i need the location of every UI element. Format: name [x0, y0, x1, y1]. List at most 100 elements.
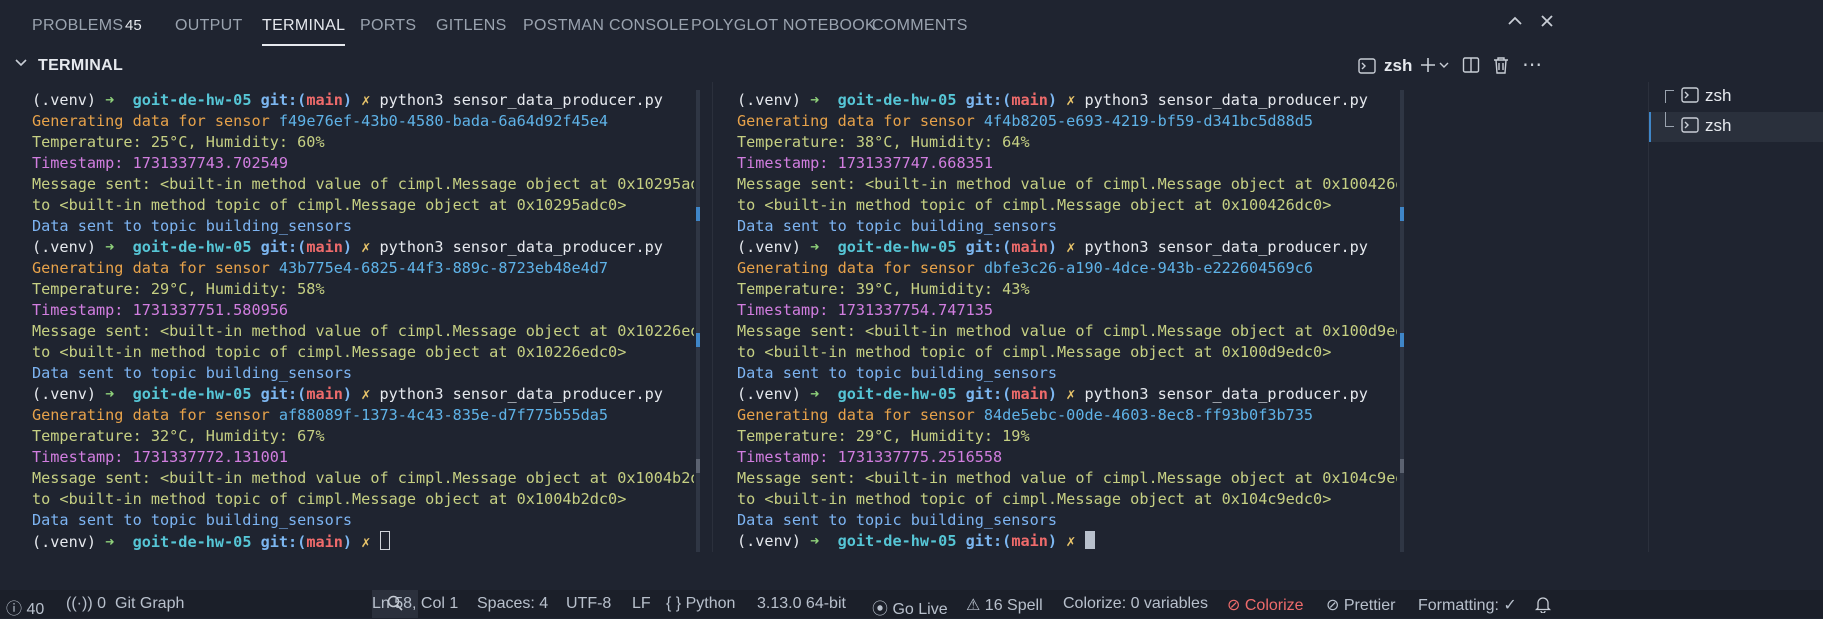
left-pane-scrollbar[interactable]: [696, 90, 700, 552]
broadcast-icon: ((·)): [66, 595, 93, 612]
prompt-command: python3 sensor_data_producer.py: [379, 91, 663, 109]
prettier-label: Prettier: [1343, 597, 1396, 614]
prompt-git: git:(: [260, 238, 307, 256]
output-line: Data sent to topic building_sensors: [737, 510, 1397, 531]
tab-postman-console[interactable]: POSTMAN CONSOLE: [523, 17, 689, 35]
prompt-command: python3 sensor_data_producer.py: [1084, 238, 1368, 256]
interpreter-status[interactable]: 3.13.0 64-bit: [757, 595, 846, 613]
sensor-id: 43b775e4-6825-44f3-889c-8723eb48e4d7: [278, 259, 609, 277]
output-line: Message sent: <built-in method value of …: [32, 174, 694, 195]
trash-icon[interactable]: [1492, 55, 1510, 80]
terminal-pane-right[interactable]: (.venv) ➜ goit-de-hw-05 git:(main) ✗ pyt…: [737, 90, 1397, 552]
terminal-list-label: zsh: [1705, 86, 1732, 105]
errors-status[interactable]: ⓘ 40: [6, 595, 44, 619]
prompt-branch: main: [1011, 385, 1048, 403]
output-line: Timestamp: 1731337772.131001: [32, 447, 694, 468]
line-col[interactable]: Ln 58, Col 1: [372, 595, 458, 613]
chevron-up-icon[interactable]: [1506, 12, 1524, 35]
tab-terminal[interactable]: TERMINAL: [262, 17, 346, 46]
launch-profile-chevron-icon[interactable]: [1438, 58, 1450, 76]
encoding-status[interactable]: UTF-8: [566, 595, 611, 613]
terminal-icon: [1681, 86, 1699, 109]
output-line: Temperature: 39°C, Humidity: 43%: [737, 279, 1397, 300]
plus-icon[interactable]: [1418, 55, 1438, 80]
tab-comments[interactable]: COMMENTS: [872, 17, 968, 35]
split-icon[interactable]: [1462, 56, 1480, 79]
message-line: Message sent: <built-in method value of …: [32, 322, 694, 340]
prompt-line: (.venv) ➜ goit-de-hw-05 git:(main) ✗ pyt…: [32, 90, 694, 111]
bell-icon[interactable]: [1534, 595, 1552, 618]
prompt-git: ): [342, 238, 362, 256]
prompt-line: (.venv) ➜ goit-de-hw-05 git:(main) ✗ pyt…: [737, 90, 1397, 111]
prompt-dir: goit-de-hw-05: [837, 91, 966, 109]
spell-status[interactable]: ⚠ 16 Spell: [966, 595, 1043, 615]
message-line: to <built-in method topic of cimpl.Messa…: [32, 490, 627, 508]
colorize-vars-status[interactable]: Colorize: 0 variables: [1063, 595, 1208, 613]
active-shell-label[interactable]: zsh: [1384, 56, 1412, 76]
output-line: to <built-in method topic of cimpl.Messa…: [737, 342, 1397, 363]
ports-status[interactable]: ((·)) 0: [66, 595, 106, 613]
prompt-line: (.venv) ➜ goit-de-hw-05 git:(main) ✗ pyt…: [737, 384, 1397, 405]
prompt-dirty: ✗: [1066, 91, 1085, 109]
errors-count: 40: [26, 601, 45, 618]
prompt-dirty: ✗: [361, 533, 380, 551]
indentation-status[interactable]: Spaces: 4: [477, 595, 548, 613]
right-scroll-marker: [1400, 459, 1404, 473]
prompt-git: git:(: [260, 91, 307, 109]
eol-status[interactable]: LF: [632, 595, 651, 613]
output-line: to <built-in method topic of cimpl.Messa…: [737, 195, 1397, 216]
output-line: Generating data for sensor f49e76ef-43b0…: [32, 111, 694, 132]
prompt-arrow: ➜: [810, 385, 838, 403]
tab-problems[interactable]: PROBLEMS: [32, 17, 123, 35]
output-line: Temperature: 25°C, Humidity: 60%: [32, 132, 694, 153]
tab-ports[interactable]: PORTS: [360, 17, 416, 35]
terminal-list-label: zsh: [1705, 116, 1732, 135]
prettier-status[interactable]: ⊘ Prettier: [1326, 595, 1395, 615]
prompt-branch: main: [306, 533, 343, 551]
output-line: to <built-in method topic of cimpl.Messa…: [32, 195, 694, 216]
prompt-arrow: ➜: [810, 532, 838, 550]
prompt-venv: (.venv): [737, 532, 811, 550]
sensor-label: Generating data for sensor: [737, 259, 984, 277]
go-live-status[interactable]: ⦿ Go Live: [872, 595, 948, 619]
terminal-list-item[interactable]: zsh: [1649, 112, 1823, 142]
prompt-dirty: ✗: [361, 91, 380, 109]
temperature-line: Temperature: 38°C, Humidity: 64%: [737, 133, 1030, 151]
terminal-cursor: [379, 531, 390, 550]
prompt-dirty: ✗: [1066, 238, 1085, 256]
timestamp-line: Timestamp: 1731337743.702549: [32, 154, 289, 172]
prompt-dirty: ✗: [1066, 385, 1085, 403]
prompt-git: git:(: [965, 91, 1012, 109]
terminal-pane-left[interactable]: (.venv) ➜ goit-de-hw-05 git:(main) ✗ pyt…: [32, 90, 694, 552]
left-scroll-marker: [696, 459, 700, 473]
more-icon[interactable]: ⋯: [1522, 52, 1542, 77]
prompt-venv: (.venv): [32, 91, 106, 109]
message-line: to <built-in method topic of cimpl.Messa…: [737, 196, 1332, 214]
right-scroll-marker: [1400, 333, 1404, 347]
prompt-branch: main: [306, 238, 343, 256]
pane-divider[interactable]: [712, 82, 713, 552]
tab-gitlens[interactable]: GITLENS: [436, 17, 507, 35]
tab-polyglot-notebook[interactable]: POLYGLOT NOTEBOOK: [691, 17, 876, 35]
output-line: Message sent: <built-in method value of …: [32, 321, 694, 342]
prompt-dir: goit-de-hw-05: [837, 238, 966, 256]
terminal-cursor: [1084, 531, 1095, 549]
terminal-list-item[interactable]: zsh: [1649, 82, 1823, 112]
formatting-status[interactable]: Formatting: ✓: [1418, 595, 1517, 615]
prompt-branch: main: [1011, 91, 1048, 109]
chevron-down-icon[interactable]: [14, 56, 28, 75]
prohibited-icon: ⊘: [1326, 597, 1340, 614]
prompt-git: git:(: [965, 385, 1012, 403]
tab-output[interactable]: OUTPUT: [175, 17, 243, 35]
colorize-status[interactable]: ⊘ Colorize: [1227, 595, 1304, 615]
prompt-line: (.venv) ➜ goit-de-hw-05 git:(main) ✗ pyt…: [32, 237, 694, 258]
prompt-git: git:(: [965, 532, 1012, 550]
sensor-id: 4f4b8205-e693-4219-bf59-d341bc5d88d5: [983, 112, 1314, 130]
prompt-line: (.venv) ➜ goit-de-hw-05 git:(main) ✗: [737, 531, 1397, 552]
right-pane-scrollbar[interactable]: [1400, 90, 1404, 552]
language-status[interactable]: { } Python: [666, 595, 735, 613]
close-icon[interactable]: [1538, 12, 1556, 35]
timestamp-line: Timestamp: 1731337754.747135: [737, 301, 994, 319]
git-graph-status[interactable]: Git Graph: [115, 595, 184, 613]
prompt-venv: (.venv): [737, 91, 811, 109]
